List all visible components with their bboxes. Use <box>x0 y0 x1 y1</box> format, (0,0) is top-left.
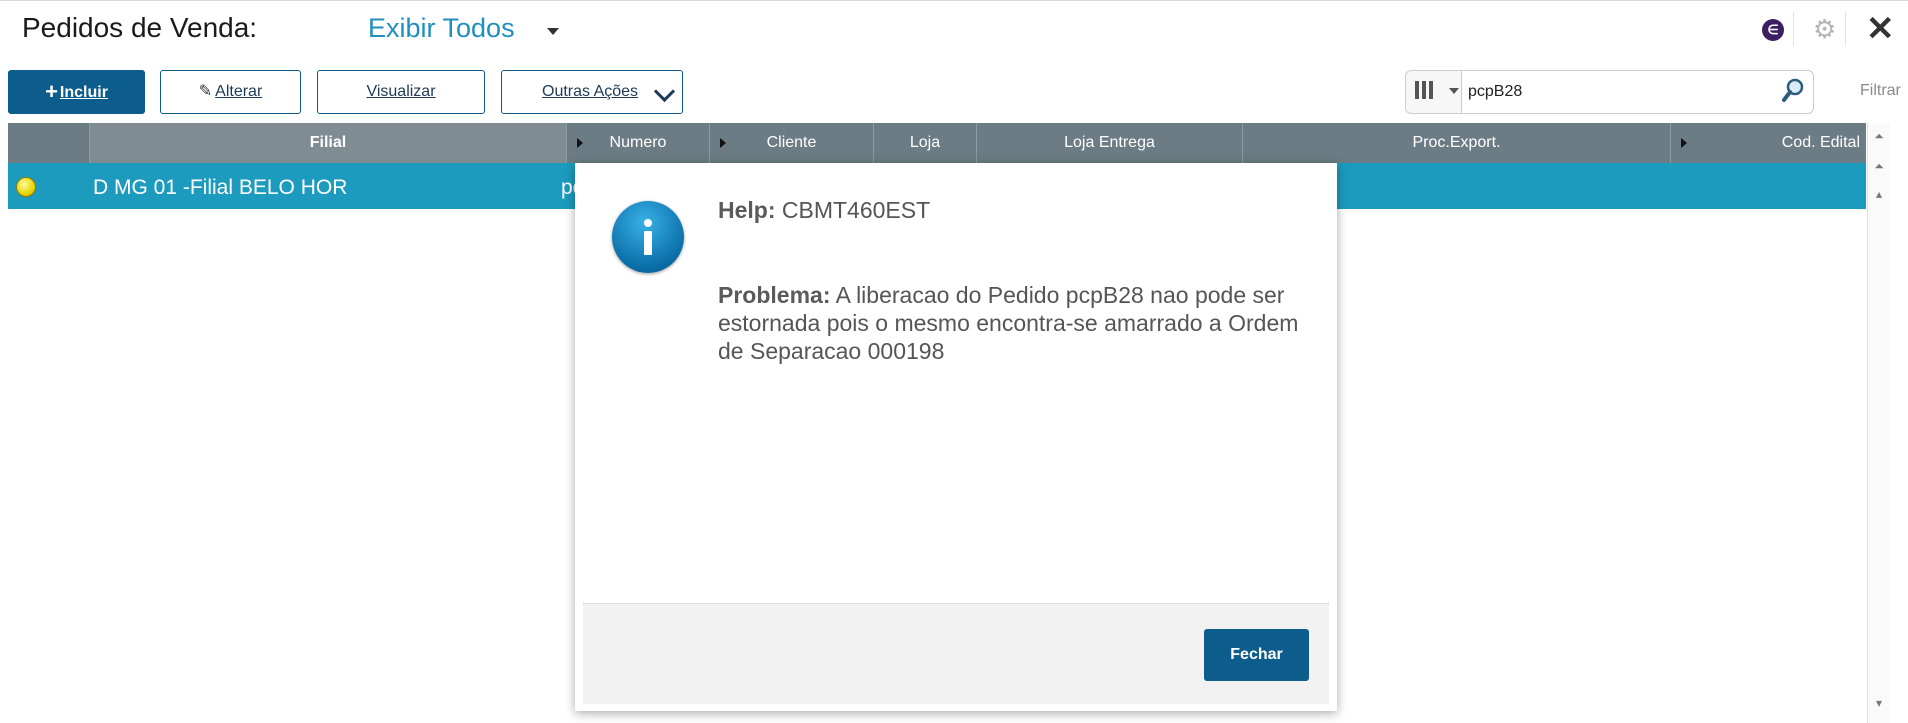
caret-right-icon <box>1681 138 1687 148</box>
more-actions-button[interactable]: Outras Ações <box>501 70 683 114</box>
column-header-status[interactable] <box>8 123 90 163</box>
vertical-scrollbar[interactable]: ⏶ ⏶ ▴ ▾ <box>1867 123 1890 723</box>
column-header-label: Cliente <box>766 134 817 151</box>
columns-icon <box>1415 81 1436 104</box>
help-code-value: CBMT460EST <box>781 197 931 223</box>
column-header-proc-export[interactable]: Proc.Export. <box>1243 123 1671 163</box>
scroll-page-up-icon[interactable]: ⏶ <box>1871 157 1887 175</box>
chevron-down-icon <box>653 80 676 103</box>
info-icon <box>612 201 684 273</box>
app-e-icon[interactable]: ∈ <box>1762 19 1784 41</box>
scroll-top-icon[interactable]: ⏶ <box>1871 127 1887 145</box>
column-header-cliente[interactable]: Cliente <box>710 123 874 163</box>
problem-message: Problema: A liberacao do Pedido pcpB28 n… <box>718 281 1308 365</box>
separator <box>1793 12 1794 46</box>
column-selector[interactable] <box>1405 70 1462 114</box>
close-dialog-button[interactable]: Fechar <box>1204 629 1309 681</box>
caret-right-icon <box>720 138 726 148</box>
problem-label: Problema: <box>718 282 831 308</box>
alter-button[interactable]: ✎ Alterar <box>160 70 301 114</box>
status-legend-icon[interactable] <box>16 177 36 197</box>
scroll-up-icon[interactable]: ▴ <box>1871 185 1887 203</box>
page-title: Pedidos de Venda: <box>22 12 258 43</box>
column-header-loja-entrega[interactable]: Loja Entrega <box>977 123 1243 163</box>
help-dialog: Help: CBMT460EST Problema: A liberacao d… <box>575 163 1337 711</box>
include-button[interactable]: + Incluir <box>8 70 145 114</box>
column-header-label: Cod. Edital <box>1781 134 1860 151</box>
cell-filial: D MG 01 -Filial BELO HOR <box>93 176 348 199</box>
plus-icon: + <box>45 79 58 104</box>
column-header-filial[interactable]: Filial <box>90 123 567 163</box>
separator <box>1845 12 1846 46</box>
view-filter-select[interactable]: Exibir Todos <box>368 13 515 44</box>
alter-button-label: Alterar <box>215 83 263 100</box>
gear-icon[interactable]: ⚙ <box>1813 14 1836 44</box>
view-button-label: Visualizar <box>366 83 436 100</box>
column-header-cod-edital[interactable]: Cod. Edital <box>1671 123 1866 163</box>
include-button-label: Incluir <box>59 84 108 101</box>
close-icon[interactable]: ✕ <box>1866 11 1895 47</box>
search-input[interactable] <box>1462 70 1814 114</box>
help-code: Help: CBMT460EST <box>718 197 930 224</box>
dialog-footer: Fechar <box>583 603 1329 704</box>
caret-down-icon[interactable] <box>547 28 559 35</box>
column-header-numero[interactable]: Numero <box>567 123 710 163</box>
view-button[interactable]: Visualizar <box>317 70 485 114</box>
caret-down-icon <box>1449 88 1459 94</box>
top-border <box>0 0 1908 1</box>
search-icon[interactable] <box>1782 78 1804 104</box>
column-header-label: Numero <box>609 134 667 151</box>
filter-link[interactable]: Filtrar <box>1860 82 1901 100</box>
grid-header: Filial Numero Cliente Loja Loja Entrega … <box>8 123 1866 163</box>
scroll-down-icon[interactable]: ▾ <box>1871 694 1887 712</box>
more-actions-label: Outras Ações <box>542 83 639 100</box>
pencil-icon: ✎ <box>198 83 213 100</box>
caret-right-icon <box>577 138 583 148</box>
help-label: Help: <box>718 197 776 223</box>
column-header-loja[interactable]: Loja <box>874 123 977 163</box>
